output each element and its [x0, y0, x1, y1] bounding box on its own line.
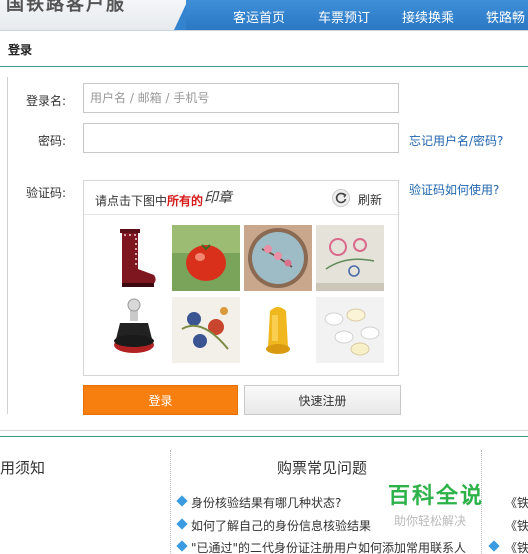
captcha-prompt-highlight: 所有的 — [167, 194, 204, 208]
captcha-target-glyph: 印章 — [204, 190, 232, 206]
logo-area: 国铁路客户服 — [0, 0, 200, 30]
captcha-tile-tomato[interactable] — [172, 225, 240, 291]
notice-title: 用须知 — [0, 459, 46, 477]
login-button[interactable]: 登录 — [83, 385, 238, 415]
panel-border — [7, 77, 8, 414]
faq-item-1[interactable]: 身份核验结果有哪几种状态? — [191, 494, 341, 511]
captcha-tile-pills[interactable] — [316, 297, 384, 363]
captcha-prompt-prefix: 请点击下图中 — [95, 194, 168, 208]
captcha-tile-boot[interactable] — [100, 225, 168, 291]
username-input[interactable]: 用户名 / 邮箱 / 手机号 — [83, 83, 399, 113]
bottom-divider — [0, 430, 528, 431]
column-divider-1 — [170, 450, 171, 554]
nav-home[interactable]: 客运首页 — [233, 7, 285, 26]
captcha-label: 验证码: — [25, 186, 66, 200]
bullet-icon — [176, 540, 188, 552]
captcha-header: 请点击下图中所有的 印章 刷新 — [84, 181, 398, 215]
bullet-icon — [176, 518, 188, 530]
main-nav: 客运首页 车票预订 接续换乘 铁路畅 — [186, 0, 528, 30]
watermark-sub: 助你轻松解决 — [394, 514, 467, 528]
login-section-title: 登录 — [8, 43, 33, 57]
captcha-prompt: 请点击下图中所有的 — [95, 192, 203, 209]
nav-railway[interactable]: 铁路畅 — [486, 7, 525, 26]
watermark-main: 百科全说 — [388, 484, 485, 509]
password-input[interactable] — [83, 123, 399, 153]
forgot-password-link[interactable]: 忘记用户名/密码? — [409, 132, 503, 149]
watermark: 百科全说 助你轻松解决 — [388, 478, 484, 529]
rules-item-1[interactable]: 《铁 — [505, 494, 528, 511]
quick-register-button[interactable]: 快速注册 — [244, 385, 401, 415]
nav-transfer[interactable]: 接续换乘 — [402, 7, 454, 26]
login-section-bar: 登录 — [0, 31, 528, 67]
captcha-help-link[interactable]: 验证码如何使用? — [409, 181, 499, 198]
captcha-tile-embroidery-hoop[interactable] — [244, 225, 312, 291]
bullet-icon — [488, 540, 500, 552]
rules-item-3[interactable]: 《铁 — [505, 539, 528, 554]
captcha-box: 请点击下图中所有的 印章 刷新 — [83, 180, 399, 376]
password-label: 密码: — [37, 134, 66, 148]
site-logo[interactable]: 国铁路客户服 — [6, 0, 126, 16]
rules-item-2[interactable]: 《铁 — [505, 517, 528, 534]
nav-ticket-booking[interactable]: 车票预订 — [318, 7, 370, 26]
captcha-tile-embroidery-cloth[interactable] — [316, 225, 384, 291]
captcha-tile-stone-seal[interactable] — [244, 297, 312, 363]
captcha-tile-round-seal[interactable] — [100, 297, 168, 363]
refresh-icon[interactable] — [332, 189, 350, 207]
faq-title: 购票常见问题 — [277, 459, 368, 477]
captcha-tile-porcelain-plate[interactable] — [172, 297, 240, 363]
username-label: 登录名: — [25, 94, 66, 108]
bullet-icon — [176, 495, 188, 507]
top-header: 国铁路客户服 客运首页 车票预订 接续换乘 铁路畅 — [0, 0, 528, 30]
faq-item-3[interactable]: "已通过"的二代身份证注册用户如何添加常用联系人 — [191, 539, 466, 554]
refresh-label[interactable]: 刷新 — [358, 191, 382, 208]
faq-item-2[interactable]: 如何了解自己的身份信息核验结果 — [191, 517, 371, 534]
bottom-divider-teal — [0, 436, 528, 437]
